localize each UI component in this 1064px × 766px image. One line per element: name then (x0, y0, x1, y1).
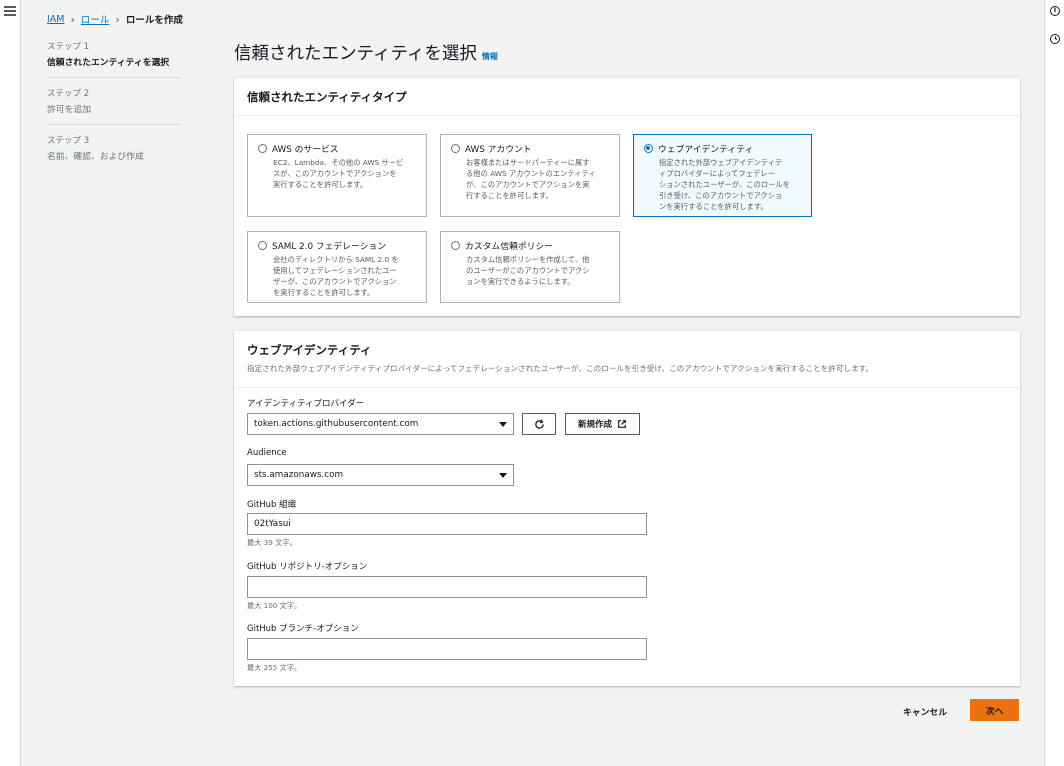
web-identity-panel: ウェブアイデンティティ 指定された外部ウェブアイデンティティプロバイダーによって… (234, 330, 1020, 686)
refresh-icon (534, 418, 544, 429)
breadcrumb-iam-link[interactable]: IAM (47, 14, 65, 25)
tile-label: AWS アカウント (465, 145, 532, 155)
tile-saml[interactable]: SAML 2.0 フェデレーション 会社のディレクトリから SAML 2.0 を… (247, 231, 427, 303)
tile-web-identity[interactable]: ウェブアイデンティティ 指定された外部ウェブアイデンティテ ィプロバイダーによっ… (633, 134, 812, 217)
github-branch-label: GitHub ブランチ-オプション (247, 624, 359, 634)
cancel-button[interactable]: キャンセル (903, 705, 947, 718)
tile-description: EC2、Lambda、その他の AWS サービ スが、このアカウントでアクション… (273, 158, 404, 189)
tile-description: お客様またはサードパーティーに属す る他の AWS アカウントのエンティティ が… (466, 158, 596, 200)
caret-down-icon (499, 422, 507, 427)
github-org-input[interactable]: 02tYasui (247, 513, 647, 535)
wizard-steps: ステップ 1 信頼されたエンティティを選択 ステップ 2 許可を追加 ステップ … (47, 40, 181, 180)
breadcrumb-roles-link[interactable]: ロール (81, 12, 110, 26)
github-repo-constraint: 最大 100 文字。 (247, 601, 302, 610)
caret-down-icon (499, 473, 507, 478)
refresh-button[interactable] (522, 413, 556, 435)
radio-button[interactable] (258, 241, 267, 250)
github-org-constraint: 最大 39 文字。 (247, 538, 297, 547)
panel-title: ウェブアイデンティティ (247, 343, 372, 357)
github-branch-constraint: 最大 255 文字。 (247, 663, 302, 672)
chevron-right-icon: › (115, 12, 120, 26)
external-link-icon (618, 420, 626, 428)
next-button[interactable]: 次へ (970, 699, 1019, 721)
panel-header: ウェブアイデンティティ 指定された外部ウェブアイデンティティプロバイダーによって… (234, 331, 1020, 388)
select-value: token.actions.githubusercontent.com (254, 419, 419, 429)
right-tools-rail: i (1044, 0, 1064, 766)
create-provider-button[interactable]: 新規作成 (565, 413, 641, 435)
tile-label: SAML 2.0 フェデレーション (272, 242, 387, 252)
step-title: 信頼されたエンティティを選択 (47, 58, 170, 68)
page-title-row: 信頼されたエンティティを選択 情報 (234, 40, 498, 65)
tile-description: 会社のディレクトリから SAML 2.0 を 使用してフェデレーションされたユー… (273, 255, 399, 297)
identity-provider-select[interactable]: token.actions.githubusercontent.com (247, 413, 514, 435)
wizard-step-1: ステップ 1 信頼されたエンティティを選択 (47, 40, 181, 78)
button-label: 新規作成 (578, 420, 613, 430)
github-repo-label: GitHub リポジトリ-オプション (247, 562, 368, 572)
chevron-right-icon: › (70, 12, 75, 26)
tile-custom-trust-policy[interactable]: カスタム信頼ポリシー カスタム信頼ポリシーを作成して、他 のユーザーがこのアカウ… (440, 231, 620, 303)
page-title: 信頼されたエンティティを選択 (234, 44, 477, 64)
tile-label: ウェブアイデンティティ (658, 145, 754, 155)
step-title: 名前、確認、および作成 (47, 152, 144, 162)
history-icon[interactable] (1050, 34, 1060, 44)
breadcrumb-current: ロールを作成 (125, 15, 183, 26)
identity-provider-label: アイデンティティプロバイダー (247, 399, 365, 409)
radio-button-selected[interactable] (644, 144, 653, 153)
hamburger-menu-icon[interactable] (4, 6, 16, 16)
github-org-label: GitHub 組織 (247, 500, 297, 510)
radio-button[interactable] (258, 144, 267, 153)
step-title: 許可を追加 (47, 105, 91, 115)
radio-button[interactable] (451, 144, 460, 153)
audience-select[interactable]: sts.amazonaws.com (247, 464, 514, 486)
panel-description: 指定された外部ウェブアイデンティティプロバイダーによってフェデレーションされたユ… (247, 364, 874, 373)
tile-description: カスタム信頼ポリシーを作成して、他 のユーザーがこのアカウントでアクシ ョンを実… (466, 255, 590, 286)
wizard-step-3: ステップ 3 名前、確認、および作成 (47, 134, 181, 171)
wizard-step-2: ステップ 2 許可を追加 (47, 87, 181, 125)
github-branch-input[interactable] (247, 638, 647, 660)
info-icon[interactable]: i (1050, 6, 1060, 16)
left-nav-rail (0, 0, 21, 766)
breadcrumb: IAM › ロール › ロールを作成 (47, 12, 183, 27)
info-link[interactable]: 情報 (482, 51, 498, 62)
panel-header: 信頼されたエンティティタイプ (234, 78, 1020, 116)
tile-label: AWS のサービス (272, 145, 339, 155)
entity-type-panel: 信頼されたエンティティタイプ AWS のサービス EC2、Lambda、その他の… (234, 77, 1020, 316)
radio-button[interactable] (451, 241, 460, 250)
step-label: ステップ 2 (47, 89, 90, 99)
audience-label: Audience (247, 448, 287, 458)
tile-description: 指定された外部ウェブアイデンティテ ィプロバイダーによってフェデレー ションされ… (659, 158, 791, 211)
panel-title: 信頼されたエンティティタイプ (247, 90, 407, 104)
github-repo-input[interactable] (247, 576, 647, 598)
tile-aws-service[interactable]: AWS のサービス EC2、Lambda、その他の AWS サービ スが、このア… (247, 134, 427, 217)
select-value: sts.amazonaws.com (254, 470, 344, 480)
tile-aws-account[interactable]: AWS アカウント お客様またはサードパーティーに属す る他の AWS アカウン… (440, 134, 620, 217)
tile-label: カスタム信頼ポリシー (465, 242, 553, 252)
step-label: ステップ 1 (47, 42, 90, 52)
step-label: ステップ 3 (47, 136, 90, 146)
